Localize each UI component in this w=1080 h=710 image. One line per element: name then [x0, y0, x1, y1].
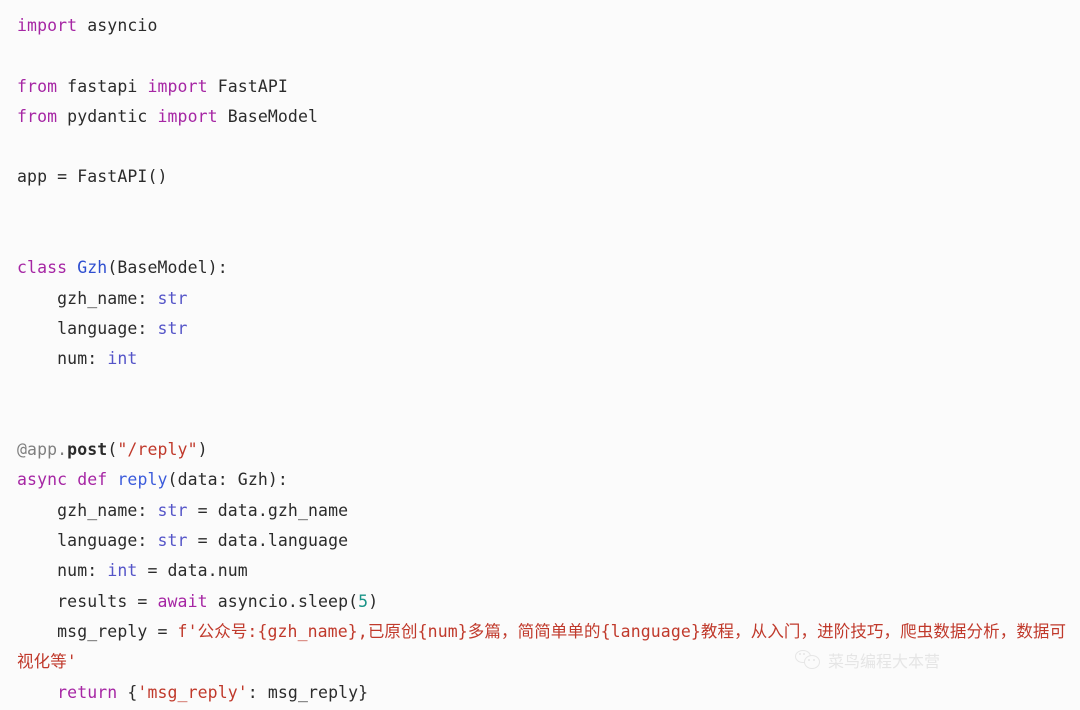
decorator-prefix: @app.: [17, 440, 68, 460]
paren-close: ): [197, 440, 208, 460]
route-string: "/reply": [117, 440, 198, 460]
code-line-decorator-app-post: @app.post("/reply"): [17, 435, 1080, 465]
type-int: int: [107, 561, 138, 581]
type-str: str: [157, 531, 188, 551]
code-line-from-pydantic: from pydantic import BaseModel: [17, 102, 1080, 132]
field-name: num:: [57, 349, 108, 369]
paren-close: ): [368, 591, 379, 611]
code-line-return-dict: return {'msg_reply': msg_reply}: [17, 678, 1080, 708]
assignment: = data.language: [187, 531, 349, 551]
code-line-local-gzh-name: gzh_name: str = data.gzh_name: [17, 496, 1080, 526]
code-line-import-asyncio: import asyncio: [17, 11, 1080, 41]
code-line-async-def-reply: async def reply(data: Gzh):: [17, 465, 1080, 495]
code-line-blank-5: [17, 132, 1080, 162]
function-name-reply: reply: [117, 470, 168, 490]
class-bases: (BaseModel):: [107, 258, 228, 278]
msg-reply-assign: msg_reply =: [57, 621, 178, 641]
code-line-local-num: num: int = data.num: [17, 556, 1080, 586]
assignment: = data.gzh_name: [187, 500, 349, 520]
results-assign: results =: [57, 591, 158, 611]
keyword-import: import: [147, 76, 208, 96]
app-assignment: app = FastAPI(): [17, 167, 168, 187]
dict-key-string: 'msg_reply': [137, 682, 248, 702]
type-int: int: [107, 349, 138, 369]
keyword-await: await: [157, 591, 208, 611]
class-name-gzh: Gzh: [77, 258, 108, 278]
code-line-from-fastapi: from fastapi import FastAPI: [17, 72, 1080, 102]
code-line-class-gzh: class Gzh(BaseModel):: [17, 253, 1080, 283]
keyword-import: import: [157, 106, 218, 126]
dict-value: : msg_reply}: [247, 682, 369, 702]
decorator-method-post: post: [67, 440, 108, 460]
module-asyncio: asyncio: [77, 16, 158, 35]
code-line-local-language: language: str = data.language: [17, 526, 1080, 556]
type-str: str: [157, 288, 188, 308]
code-line-msg-reply-fstring: msg_reply = f'公众号:{gzh_name},已原创{num}多篇，…: [0, 617, 1080, 678]
brace-open: {: [117, 682, 138, 702]
asyncio-sleep-call: asyncio.sleep(: [207, 591, 359, 611]
module-fastapi: fastapi: [57, 76, 148, 96]
assignment: = data.num: [137, 561, 248, 581]
keyword-def: def: [77, 470, 108, 490]
code-line-field-gzh-name: gzh_name: str: [17, 284, 1080, 314]
function-params: (data: Gzh):: [167, 470, 288, 490]
name-fastapi-class: FastAPI: [207, 76, 288, 96]
keyword-import: import: [17, 16, 78, 35]
var-name: num:: [57, 561, 108, 581]
keyword-from: from: [17, 106, 58, 126]
keyword-from: from: [17, 76, 58, 96]
code-line-field-num: num: int: [17, 344, 1080, 374]
code-line-await-sleep: results = await asyncio.sleep(5): [17, 587, 1080, 617]
code-line-app-assign: app = FastAPI(): [17, 162, 1080, 192]
name-basemodel: BaseModel: [217, 106, 319, 126]
var-name: gzh_name:: [57, 500, 158, 520]
type-str: str: [157, 318, 188, 338]
paren-open: (: [107, 440, 118, 460]
code-line-blank-2: [17, 41, 1080, 71]
keyword-class: class: [17, 258, 68, 278]
code-editor-surface: import asyncio from fastapi import FastA…: [0, 0, 1080, 710]
code-line-field-language: language: str: [17, 314, 1080, 344]
code-line-blank-8: [17, 223, 1080, 253]
type-str: str: [157, 500, 188, 520]
field-name: language:: [57, 318, 158, 338]
code-line-blank-13: [17, 375, 1080, 405]
keyword-async: async: [17, 470, 68, 490]
var-name: language:: [57, 531, 158, 551]
module-pydantic: pydantic: [57, 106, 158, 126]
code-line-blank-14: [17, 405, 1080, 435]
keyword-return: return: [57, 682, 118, 702]
field-name: gzh_name:: [57, 288, 158, 308]
code-line-blank-7: [17, 193, 1080, 223]
number-5: 5: [358, 591, 369, 611]
